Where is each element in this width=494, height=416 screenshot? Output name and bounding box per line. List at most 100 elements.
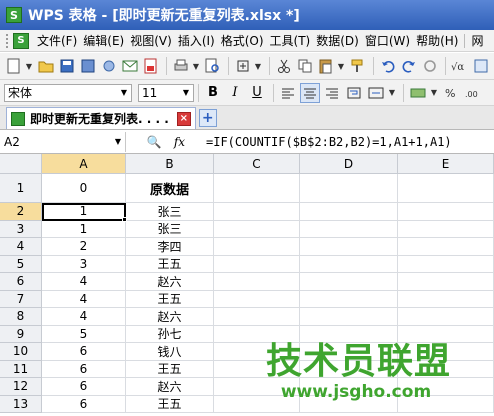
print-icon[interactable] <box>171 56 191 76</box>
menu-view[interactable]: 视图(V) <box>127 30 175 52</box>
underline-button[interactable]: U <box>247 83 267 103</box>
merge-center-icon[interactable] <box>366 83 386 103</box>
table-cell[interactable]: 孙七 <box>126 325 214 343</box>
table-cell[interactable] <box>214 273 300 291</box>
table-cell[interactable]: 钱八 <box>126 343 214 361</box>
sort-icon[interactable] <box>471 56 491 76</box>
save-as-icon[interactable] <box>78 56 98 76</box>
save-icon[interactable] <box>57 56 77 76</box>
document-tab[interactable]: 即时更新无重复列表. . . . × <box>6 107 196 129</box>
decimal-icon[interactable]: .00 <box>463 83 483 103</box>
column-header-c[interactable]: C <box>214 154 300 174</box>
table-cell[interactable] <box>300 308 398 326</box>
table-cell[interactable]: 4 <box>42 273 126 291</box>
row-header[interactable]: 7 <box>0 290 42 308</box>
column-header-d[interactable]: D <box>300 154 398 174</box>
table-cell[interactable]: 王五 <box>126 290 214 308</box>
bold-button[interactable]: B <box>203 83 223 103</box>
table-cell[interactable]: 1 <box>42 203 126 221</box>
undo-icon[interactable] <box>378 56 398 76</box>
table-cell[interactable] <box>214 308 300 326</box>
chevron-down-icon[interactable]: ▼ <box>254 62 262 71</box>
menu-insert[interactable]: 插入(I) <box>175 30 218 52</box>
export-pdf-icon[interactable] <box>141 56 161 76</box>
table-cell[interactable]: 王五 <box>126 360 214 378</box>
chevron-down-icon[interactable]: ▼ <box>115 137 121 146</box>
table-cell[interactable]: 4 <box>42 290 126 308</box>
table-cell[interactable] <box>214 174 300 203</box>
new-document-icon[interactable] <box>4 56 24 76</box>
table-cell[interactable]: 原数据 <box>126 174 214 203</box>
new-tab-button[interactable]: + <box>198 109 217 127</box>
insert-function-icon[interactable]: √α <box>450 56 470 76</box>
italic-button[interactable]: I <box>225 83 245 103</box>
send-mail-icon[interactable] <box>120 56 140 76</box>
table-cell[interactable]: 王五 <box>126 395 214 413</box>
table-cell[interactable]: 王五 <box>126 255 214 273</box>
table-cell[interactable]: 4 <box>42 308 126 326</box>
chevron-down-icon[interactable]: ▼ <box>388 88 396 97</box>
table-cell[interactable] <box>300 220 398 238</box>
menubar-grip[interactable] <box>6 33 9 48</box>
table-cell[interactable]: 张三 <box>126 203 214 221</box>
table-cell[interactable] <box>300 290 398 308</box>
name-box[interactable]: A2 ▼ <box>0 131 126 152</box>
cut-icon[interactable] <box>274 56 294 76</box>
table-cell[interactable]: 3 <box>42 255 126 273</box>
insert-function-button[interactable]: fx <box>174 135 185 149</box>
font-name-select[interactable]: 宋体 ▼ <box>4 83 132 102</box>
column-header-a[interactable]: A <box>42 154 126 174</box>
row-header[interactable]: 11 <box>0 360 42 378</box>
table-cell[interactable]: 5 <box>42 325 126 343</box>
menu-edit[interactable]: 编辑(E) <box>80 30 127 52</box>
row-header[interactable]: 9 <box>0 325 42 343</box>
chevron-down-icon[interactable]: ▼ <box>192 62 200 71</box>
table-cell[interactable] <box>398 290 494 308</box>
search-icon[interactable]: 🔍 <box>147 135 162 149</box>
table-cell[interactable] <box>214 238 300 256</box>
select-all-corner[interactable] <box>0 154 42 174</box>
percent-icon[interactable]: % <box>441 83 461 103</box>
table-cell[interactable] <box>398 255 494 273</box>
table-cell[interactable]: 赵六 <box>126 308 214 326</box>
table-cell[interactable]: 0 <box>42 174 126 203</box>
table-cell[interactable] <box>300 255 398 273</box>
table-cell[interactable] <box>300 273 398 291</box>
table-cell[interactable] <box>398 174 494 203</box>
table-cell[interactable] <box>214 203 300 221</box>
font-size-select[interactable]: 11 ▼ <box>138 83 194 102</box>
wrap-text-icon[interactable] <box>344 83 364 103</box>
currency-icon[interactable] <box>408 83 428 103</box>
table-cell[interactable]: 1 <box>42 220 126 238</box>
menu-data[interactable]: 数据(D) <box>313 30 362 52</box>
table-cell[interactable]: 赵六 <box>126 378 214 396</box>
paste-icon[interactable] <box>316 56 336 76</box>
align-right-icon[interactable] <box>322 83 342 103</box>
copy-icon[interactable] <box>295 56 315 76</box>
table-cell[interactable]: 2 <box>42 238 126 256</box>
chevron-down-icon[interactable]: ▼ <box>179 85 193 101</box>
column-header-e[interactable]: E <box>398 154 494 174</box>
row-header[interactable]: 12 <box>0 378 42 396</box>
fill-handle[interactable] <box>122 217 127 222</box>
table-cell[interactable]: 张三 <box>126 220 214 238</box>
table-cell[interactable] <box>300 203 398 221</box>
formula-input[interactable]: =IF(COUNTIF($B$2:B2,B2)=1,A1+1,A1) <box>206 135 452 149</box>
table-cell[interactable] <box>398 203 494 221</box>
row-header[interactable]: 13 <box>0 395 42 413</box>
table-cell[interactable] <box>214 255 300 273</box>
menu-file[interactable]: 文件(F) <box>34 30 80 52</box>
row-header[interactable]: 2 <box>0 203 42 221</box>
table-cell[interactable]: 6 <box>42 395 126 413</box>
open-folder-icon[interactable] <box>36 56 56 76</box>
app-menu-icon[interactable]: S <box>13 32 29 49</box>
table-cell[interactable] <box>398 238 494 256</box>
table-cell[interactable] <box>300 238 398 256</box>
table-cell[interactable] <box>214 290 300 308</box>
table-cell[interactable] <box>214 220 300 238</box>
column-header-b[interactable]: B <box>126 154 214 174</box>
refresh-icon[interactable] <box>420 56 440 76</box>
menu-help[interactable]: 帮助(H) <box>413 30 461 52</box>
menu-web[interactable]: 网 <box>468 30 486 52</box>
row-header[interactable]: 1 <box>0 174 42 203</box>
